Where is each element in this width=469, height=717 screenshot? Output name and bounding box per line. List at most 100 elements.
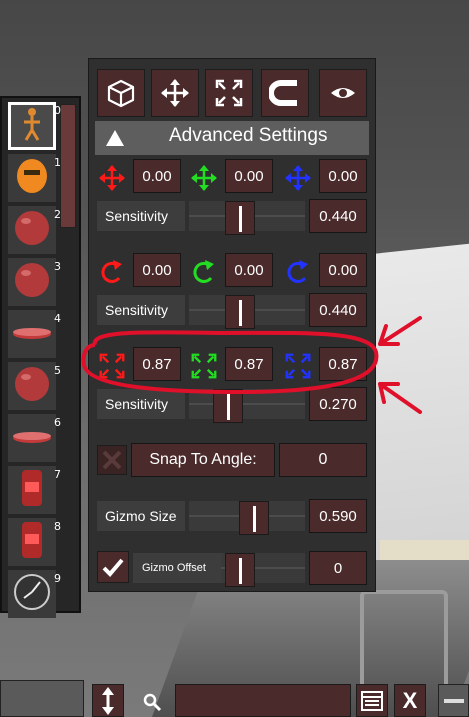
snap-angle-checkbox[interactable] bbox=[97, 445, 127, 475]
magnet-icon bbox=[269, 80, 297, 106]
thumbnail-item[interactable] bbox=[8, 154, 56, 202]
gizmo-size-value[interactable]: 0.590 bbox=[309, 499, 367, 533]
scale-sensitivity-value[interactable]: 0.270 bbox=[309, 387, 367, 421]
list-icon bbox=[361, 690, 383, 711]
cube-icon bbox=[107, 79, 135, 108]
scale-x-input[interactable]: 0.87 bbox=[133, 347, 181, 381]
thumbnail-item[interactable] bbox=[8, 466, 56, 514]
sphere-thumbnail-icon bbox=[12, 260, 52, 304]
rotate-y-icon bbox=[189, 257, 219, 287]
position-sensitivity-handle[interactable] bbox=[225, 201, 255, 235]
thumbnail-index: 8 bbox=[54, 520, 61, 533]
gizmo-offset-checkbox[interactable] bbox=[97, 551, 129, 583]
thumbnail-index: 3 bbox=[54, 260, 61, 273]
search-icon bbox=[143, 693, 162, 712]
x-mark-icon bbox=[102, 450, 122, 470]
position-sensitivity-slider[interactable] bbox=[189, 201, 305, 235]
search-input[interactable] bbox=[175, 684, 351, 717]
object-thumbnail-list[interactable]: 0 1 2 3 4 5 6 7 8 9 bbox=[0, 96, 81, 618]
minus-icon bbox=[443, 698, 464, 703]
scale-z-icon bbox=[283, 351, 313, 381]
head-thumbnail-icon bbox=[12, 156, 52, 200]
thumbnail-index: 1 bbox=[54, 156, 61, 169]
search-button[interactable] bbox=[138, 688, 166, 716]
thumbnail-index: 9 bbox=[54, 572, 61, 585]
gizmo-offset-label: Gizmo Offset bbox=[133, 553, 221, 583]
rotation-sensitivity-label: Sensitivity bbox=[97, 295, 185, 325]
scale-y-input[interactable]: 0.87 bbox=[225, 347, 273, 381]
thumbnail-item[interactable] bbox=[8, 102, 56, 150]
gizmo-offset-value[interactable]: 0 bbox=[309, 551, 367, 585]
gizmo-settings-panel: Advanced Settings 0.00 0.00 0.00 Sensiti… bbox=[88, 58, 376, 592]
minimize-button[interactable] bbox=[438, 684, 469, 717]
position-sensitivity-label: Sensitivity bbox=[97, 201, 185, 231]
move-arrows-icon bbox=[161, 79, 189, 107]
vertical-move-button[interactable] bbox=[92, 684, 124, 717]
position-z-input[interactable]: 0.00 bbox=[319, 159, 367, 193]
clock-thumbnail-icon bbox=[12, 572, 52, 616]
disc-thumbnail-icon bbox=[12, 312, 52, 356]
gizmo-size-slider[interactable] bbox=[189, 501, 305, 535]
snap-angle-input[interactable]: 0 bbox=[279, 443, 367, 477]
disc-thumbnail-icon bbox=[12, 416, 52, 460]
close-button[interactable]: X bbox=[394, 684, 426, 717]
advanced-settings-header[interactable]: Advanced Settings bbox=[95, 121, 369, 155]
scale-arrows-icon bbox=[215, 79, 243, 107]
move-z-icon bbox=[283, 163, 313, 193]
rotate-x-icon bbox=[97, 257, 127, 287]
position-x-input[interactable]: 0.00 bbox=[133, 159, 181, 193]
thumbnail-item[interactable] bbox=[8, 362, 56, 410]
checkmark-icon bbox=[102, 558, 124, 577]
gizmo-offset-handle[interactable] bbox=[225, 553, 255, 587]
thumbnail-index: 7 bbox=[54, 468, 61, 481]
triangle-up-icon bbox=[106, 130, 124, 146]
toolbar-magnet-button[interactable] bbox=[261, 69, 309, 117]
snap-angle-label: Snap To Angle: bbox=[131, 443, 275, 477]
scale-y-icon bbox=[189, 351, 219, 381]
move-y-icon bbox=[189, 163, 219, 193]
thumbnail-item[interactable] bbox=[8, 310, 56, 358]
cylinder-thumbnail-icon bbox=[12, 520, 52, 564]
thumbnail-index: 5 bbox=[54, 364, 61, 377]
cylinder-thumbnail-icon bbox=[12, 468, 52, 512]
thumbnail-item[interactable] bbox=[8, 414, 56, 462]
toolbar-cube-button[interactable] bbox=[97, 69, 145, 117]
thumbnail-scrollbar[interactable] bbox=[60, 104, 76, 228]
position-y-input[interactable]: 0.00 bbox=[225, 159, 273, 193]
rotation-y-input[interactable]: 0.00 bbox=[225, 253, 273, 287]
advanced-settings-title: Advanced Settings bbox=[169, 125, 328, 146]
rotation-sensitivity-handle[interactable] bbox=[225, 295, 255, 329]
scale-sensitivity-handle[interactable] bbox=[213, 389, 243, 423]
position-sensitivity-value[interactable]: 0.440 bbox=[309, 199, 367, 233]
rotation-z-input[interactable]: 0.00 bbox=[319, 253, 367, 287]
scale-sensitivity-label: Sensitivity bbox=[97, 389, 185, 419]
scale-sensitivity-slider[interactable] bbox=[189, 389, 305, 423]
toolbar-eye-button[interactable] bbox=[319, 69, 367, 117]
thumbnail-index: 6 bbox=[54, 416, 61, 429]
scale-x-icon bbox=[97, 351, 127, 381]
figure-thumbnail-icon bbox=[12, 104, 52, 148]
sphere-thumbnail-icon bbox=[12, 208, 52, 252]
sphere-thumbnail-icon bbox=[12, 364, 52, 408]
bottom-toolbar: X bbox=[0, 680, 469, 717]
thumbnail-index: 2 bbox=[54, 208, 61, 221]
toolbar-scale-button[interactable] bbox=[205, 69, 253, 117]
rotation-sensitivity-value[interactable]: 0.440 bbox=[309, 293, 367, 327]
thumbnail-item[interactable] bbox=[8, 206, 56, 254]
gizmo-size-label: Gizmo Size bbox=[97, 501, 185, 531]
gizmo-size-handle[interactable] bbox=[239, 501, 269, 535]
thumbnail-item[interactable] bbox=[8, 518, 56, 566]
toolbar-move-button[interactable] bbox=[151, 69, 199, 117]
scale-z-input[interactable]: 0.87 bbox=[319, 347, 367, 381]
thumbnail-item[interactable] bbox=[8, 258, 56, 306]
gizmo-offset-slider[interactable] bbox=[221, 553, 305, 587]
rotation-x-input[interactable]: 0.00 bbox=[133, 253, 181, 287]
thumbnail-index: 0 bbox=[54, 104, 61, 117]
move-x-icon bbox=[97, 163, 127, 193]
thumbnail-item[interactable] bbox=[8, 570, 56, 618]
list-view-button[interactable] bbox=[356, 684, 388, 717]
eye-icon bbox=[331, 88, 355, 98]
bottom-left-panel[interactable] bbox=[0, 680, 84, 717]
rotation-sensitivity-slider[interactable] bbox=[189, 295, 305, 329]
rotate-z-icon bbox=[283, 257, 313, 287]
